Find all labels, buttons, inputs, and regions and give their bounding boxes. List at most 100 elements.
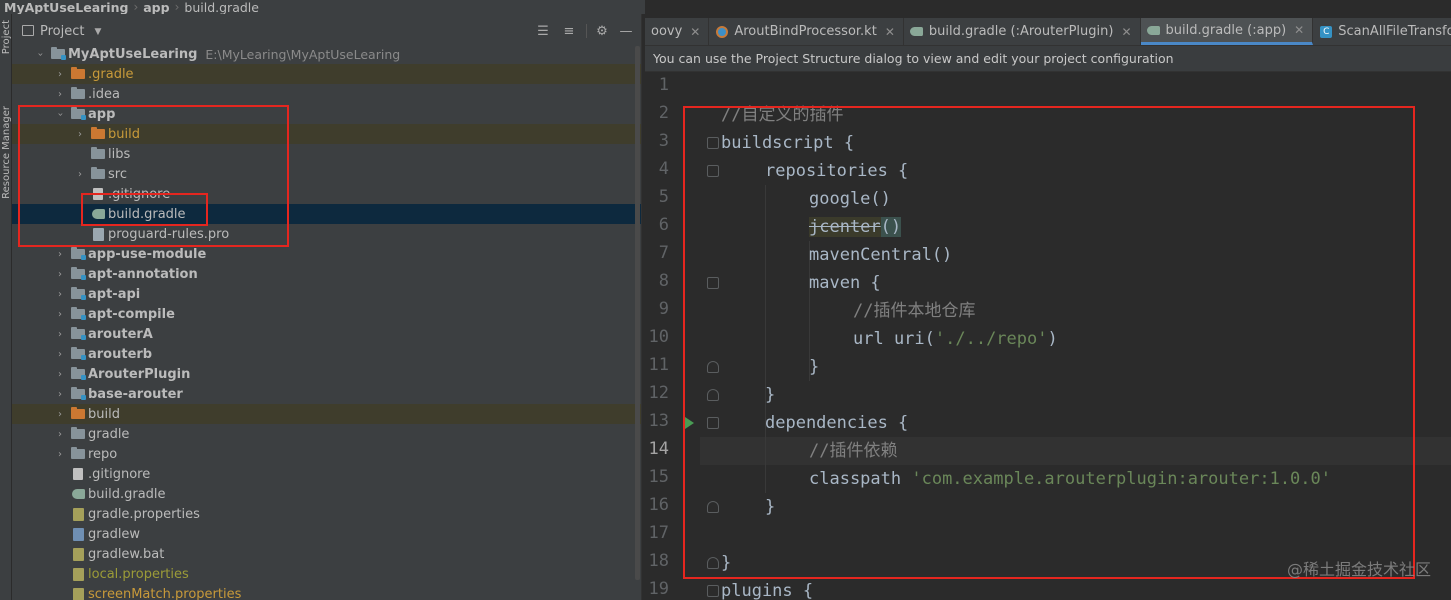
breadcrumb-separator: › [133,0,139,14]
editor-tab[interactable]: AroutBindProcessor.kt ✕ [709,18,904,45]
breadcrumb: MyAptUseLearing › app › build.gradle [0,0,645,14]
tab-label: build.gradle (:ArouterPlugin) [928,24,1114,39]
breadcrumb-project[interactable]: MyAptUseLearing [4,0,128,14]
project-view-icon [22,25,34,36]
tree-item[interactable]: › apt-compile [12,304,641,324]
breadcrumb-module[interactable]: app [143,0,169,14]
chevron-right-icon[interactable]: › [54,269,66,280]
tree-item[interactable]: › repo [12,444,641,464]
tree-item[interactable]: gradle.properties [12,504,641,524]
tree-item-label: screenMatch.properties [88,586,242,600]
tree-item[interactable]: gradlew.bat [12,544,641,564]
line-number: 15 [648,467,669,487]
expand-all-icon[interactable]: ☰ [535,23,551,39]
tree-item[interactable]: › apt-annotation [12,264,641,284]
chevron-right-icon[interactable]: › [54,249,66,260]
tree-item[interactable]: › ArouterPlugin [12,364,641,384]
line-number: 9 [658,299,669,319]
editor-tab[interactable]: oovy ✕ [645,18,710,45]
props-file-icon [70,566,86,582]
line-number: 7 [658,243,669,263]
tree-item-label: apt-api [88,286,141,302]
chevron-right-icon[interactable]: › [54,369,66,380]
tree-item-label: apt-annotation [88,266,198,282]
tree-item-label: build.gradle [88,486,166,502]
collapse-all-icon[interactable]: ≡ [561,23,577,39]
chevron-right-icon[interactable]: › [54,449,66,460]
project-structure-notice: You can use the Project Structure dialog… [645,46,1451,72]
editor-tab[interactable]: C ScanAllFileTransform.groovy [1313,18,1451,45]
tree-item[interactable]: › build [12,404,641,424]
chevron-down-icon[interactable]: › [35,48,46,60]
project-tool-window-label[interactable]: Project [1,20,12,54]
close-icon[interactable]: ✕ [885,25,895,39]
chevron-right-icon[interactable]: › [54,429,66,440]
tree-item[interactable]: gradlew [12,524,641,544]
chevron-right-icon[interactable]: › [54,349,66,360]
breadcrumb-separator: › [174,0,180,14]
tree-item[interactable]: › gradle [12,424,641,444]
tree-item-path: E:\MyLearing\MyAptUseLearing [205,46,401,62]
code-line-19: plugins { [721,581,814,600]
line-number: 18 [648,551,669,571]
gradle-icon [910,25,924,39]
chevron-down-icon[interactable]: ▼ [94,27,101,37]
tree-item[interactable]: › MyAptUseLearing E:\MyLearing\MyAptUseLea… [12,44,641,64]
editor-tab[interactable]: build.gradle (:ArouterPlugin) ✕ [904,18,1141,45]
tree-item[interactable]: › .gradle [12,64,641,84]
tree-item[interactable]: › .idea [12,84,641,104]
close-icon[interactable]: ✕ [1294,23,1304,37]
chevron-right-icon[interactable]: › [54,329,66,340]
line-number: 3 [658,131,669,151]
tree-item-label: app-use-module [88,246,207,262]
project-panel-header: Project ▼ ☰ ≡ ⚙ — [12,19,641,44]
tree-item-label: gradlew.bat [88,546,165,562]
header-divider [586,24,587,38]
gear-icon[interactable]: ⚙ [594,23,610,39]
editor-tabs: oovy ✕ AroutBindProcessor.kt ✕ build.gradle … [645,18,1451,46]
tree-item[interactable]: build.gradle [12,484,641,504]
project-view-selector[interactable]: Project [40,24,84,39]
resource-manager-tool-window-label[interactable]: Resource Manager [1,106,12,199]
chevron-right-icon[interactable]: › [54,89,66,100]
line-number: 6 [658,215,669,235]
editor-tab[interactable]: build.gradle (:app) ✕ [1140,18,1314,45]
tree-item[interactable]: › apt-api [12,284,641,304]
folder-module-icon [70,386,86,402]
tree-item-label: .idea [88,86,120,102]
tree-item-label: apt-compile [88,306,175,322]
line-number: 4 [658,159,669,179]
tree-item[interactable]: local.properties [12,564,641,584]
line-number: 12 [648,383,669,403]
tree-item[interactable]: › app-use-module [12,244,641,264]
tree-item[interactable]: › base-arouter [12,384,641,404]
fold-marker-icon[interactable] [707,585,719,597]
tree-item-label: base-arouter [88,386,183,402]
chevron-right-icon[interactable]: › [54,309,66,320]
tab-label: build.gradle (:app) [1165,22,1287,38]
tree-item[interactable]: › arouterb [12,344,641,364]
tree-item-label: .gitignore [88,466,151,482]
chevron-right-icon[interactable]: › [54,289,66,300]
folder-module-icon [70,346,86,362]
breadcrumb-file[interactable]: build.gradle [184,0,259,14]
close-icon[interactable]: ✕ [690,25,700,39]
tree-item-label: .gradle [88,66,134,82]
folder-module-icon [70,366,86,382]
git-file-icon [70,466,86,482]
chevron-right-icon[interactable]: › [54,409,66,420]
tree-item-label: local.properties [88,566,189,582]
tree-item-label: arouterA [88,326,153,342]
tree-item[interactable]: .gitignore [12,464,641,484]
chevron-right-icon[interactable]: › [54,69,66,80]
tab-label: ScanAllFileTransform.groovy [1338,24,1451,39]
tree-item[interactable]: screenMatch.properties [12,584,641,600]
project-tree-scrollbar[interactable] [635,46,640,580]
tab-label: oovy [651,24,683,39]
hide-panel-icon[interactable]: — [618,23,634,39]
tree-item-label: gradle.properties [88,506,200,522]
project-panel: Project ▼ ☰ ≡ ⚙ — › MyAptUseLearing E:\MyL… [12,14,641,600]
tree-item[interactable]: › arouterA [12,324,641,344]
close-icon[interactable]: ✕ [1121,25,1131,39]
chevron-right-icon[interactable]: › [54,389,66,400]
